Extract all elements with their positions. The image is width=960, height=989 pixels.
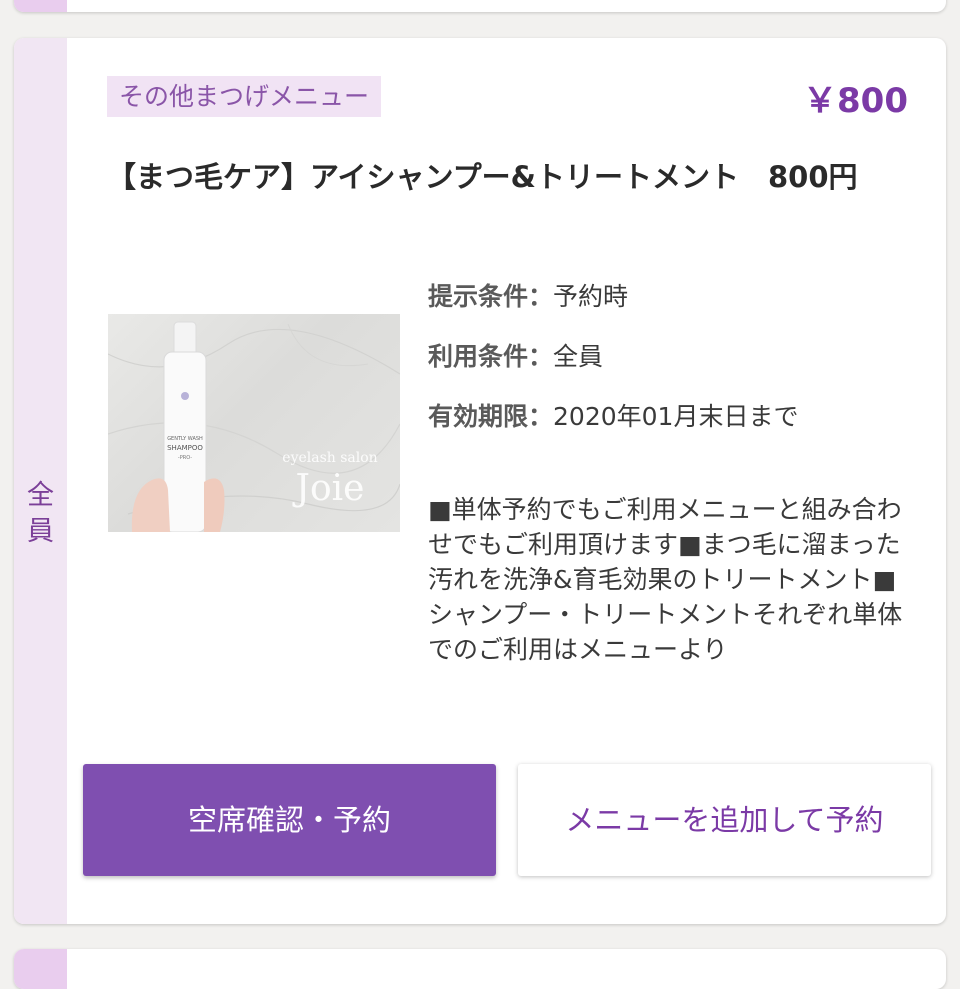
bottle-text-3: -PRO- — [178, 455, 192, 461]
target-label-char: 全 — [27, 480, 54, 511]
next-coupon-strip — [14, 949, 67, 989]
bottle-text-1: GENTLY WASH — [167, 436, 203, 442]
condition-label: 提示条件： — [428, 282, 554, 311]
condition-value: 全員 — [553, 342, 604, 371]
condition-expiry: 有効期限：2020年01月末日まで — [428, 400, 798, 434]
condition-usage: 利用条件：全員 — [428, 340, 603, 374]
coupon-description: ■単体予約でもご利用メニューと組み合わせでもご利用頂けます■まつ毛に溜まった汚れ… — [428, 495, 903, 664]
previous-coupon-card — [14, 0, 946, 12]
next-coupon-card — [14, 949, 946, 989]
shampoo-bottle-image: GENTLY WASH SHAMPOO -PRO- eyelash salon … — [108, 321, 400, 532]
target-strip: 全員 — [14, 38, 67, 924]
coupon-title: 【まつ毛ケア】アイシャンプー&トリートメント 800円 — [107, 160, 858, 194]
watermark-large: Joie — [292, 468, 365, 509]
watermark-small: eyelash salon — [282, 450, 377, 466]
condition-label: 利用条件： — [428, 342, 554, 371]
target-label: 全員 — [14, 478, 67, 550]
condition-value: 予約時 — [553, 282, 629, 311]
condition-label: 有効期限： — [428, 402, 554, 431]
add-menu-reserve-button[interactable]: メニューを追加して予約 — [518, 764, 931, 876]
coupon-card: 全員 その他まつげメニュー ￥800 【まつ毛ケア】アイシャンプー&トリートメン… — [14, 38, 946, 924]
category-tag: その他まつげメニュー — [107, 76, 382, 117]
target-label-char: 員 — [27, 516, 54, 547]
coupon-price: ￥800 — [803, 81, 908, 121]
condition-presentation: 提示条件：予約時 — [428, 280, 628, 314]
bottle-text-2: SHAMPOO — [167, 444, 203, 452]
previous-coupon-strip — [14, 0, 67, 12]
reserve-button[interactable]: 空席確認・予約 — [83, 764, 496, 876]
condition-value: 2020年01月末日まで — [553, 402, 799, 431]
coupon-photo: GENTLY WASH SHAMPOO -PRO- eyelash salon … — [108, 314, 400, 532]
